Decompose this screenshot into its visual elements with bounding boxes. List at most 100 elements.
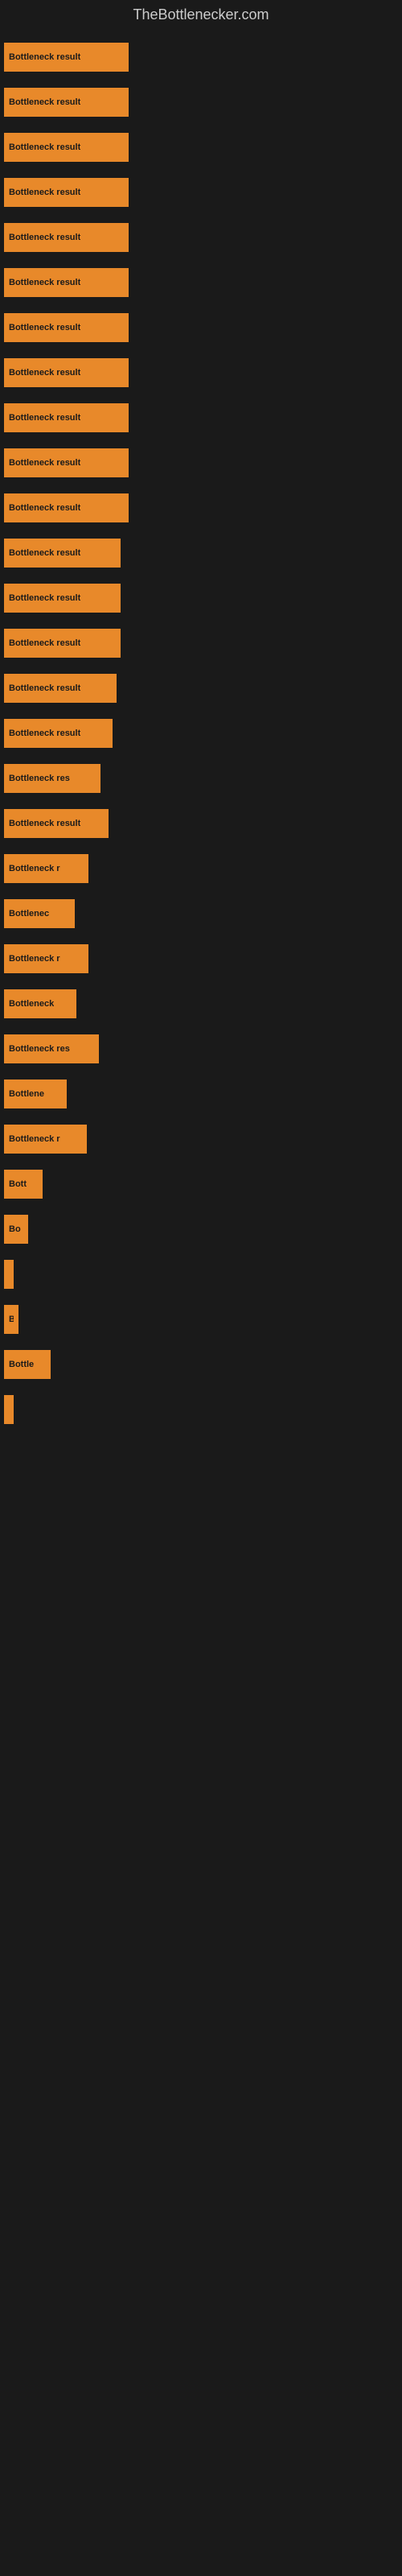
bar-wrapper: Bottleneck result <box>4 530 121 576</box>
bar-label: Bottleneck result <box>9 323 80 332</box>
bar-label: Bottleneck r <box>9 1134 60 1144</box>
bar-wrapper: Bottlenec <box>4 891 75 936</box>
bar-label: Bottleneck result <box>9 97 80 107</box>
result-bar: Bottleneck res <box>4 764 100 793</box>
bar-label: Bottleneck result <box>9 548 80 558</box>
bar-wrapper: Bottleneck result <box>4 666 117 711</box>
bar-row: | <box>4 1252 394 1297</box>
bar-row: Bottle <box>4 1342 394 1387</box>
bar-row: Bottleneck result <box>4 801 394 846</box>
bar-wrapper: | <box>4 1387 14 1432</box>
bar-wrapper: Bottleneck r <box>4 846 88 891</box>
bar-row: Bottleneck result <box>4 35 394 80</box>
result-bar: Bottleneck <box>4 989 76 1018</box>
bar-wrapper: Bottle <box>4 1342 51 1387</box>
bar-label: Bottleneck result <box>9 593 80 603</box>
bar-wrapper: Bottleneck result <box>4 395 129 440</box>
bar-label: Bottleneck res <box>9 1044 70 1054</box>
bar-wrapper: Bottleneck res <box>4 1026 99 1071</box>
bar-wrapper: Bottleneck result <box>4 801 109 846</box>
bar-label: Bottleneck result <box>9 638 80 648</box>
bar-row: Bottleneck res <box>4 756 394 801</box>
bar-wrapper: Bottleneck result <box>4 35 129 80</box>
bar-row: Bottleneck <box>4 981 394 1026</box>
bar-label: Bottleneck result <box>9 683 80 693</box>
result-bar: Bo <box>4 1215 28 1244</box>
result-bar: Bott <box>4 1170 43 1199</box>
bar-label: Bottleneck result <box>9 52 80 62</box>
bar-wrapper: Bottleneck result <box>4 576 121 621</box>
bar-row: Bottlenec <box>4 891 394 936</box>
result-bar: Bottleneck result <box>4 178 129 207</box>
result-bar: Bottle <box>4 1350 51 1379</box>
bar-row: Bottleneck result <box>4 170 394 215</box>
bar-label: Bottleneck result <box>9 278 80 287</box>
result-bar: Bottleneck r <box>4 944 88 973</box>
result-bar: Bottlenec <box>4 899 75 928</box>
bar-wrapper: Bottleneck result <box>4 80 129 125</box>
bar-row: Bottleneck result <box>4 711 394 756</box>
bar-wrapper: Bottleneck <box>4 981 76 1026</box>
site-title: TheBottlenecker.com <box>0 0 402 27</box>
bar-wrapper: Bottleneck res <box>4 756 100 801</box>
result-bar: Bottleneck result <box>4 133 129 162</box>
bar-label: B <box>9 1315 14 1324</box>
bar-wrapper: Bottleneck r <box>4 936 88 981</box>
result-bar: Bottlene <box>4 1080 67 1108</box>
result-bar: | <box>4 1395 14 1424</box>
bar-wrapper: Bottleneck result <box>4 711 113 756</box>
bar-row: Bottleneck result <box>4 666 394 711</box>
bar-row: Bottleneck result <box>4 260 394 305</box>
result-bar: Bottleneck result <box>4 313 129 342</box>
bar-wrapper: Bottleneck result <box>4 485 129 530</box>
bar-row: Bottleneck result <box>4 215 394 260</box>
bar-label: Bottleneck r <box>9 954 60 964</box>
bar-row: Bottleneck result <box>4 530 394 576</box>
bar-row: Bottleneck r <box>4 936 394 981</box>
bar-wrapper: Bottleneck result <box>4 260 129 305</box>
bar-row: Bottleneck result <box>4 395 394 440</box>
bar-label: Bottleneck result <box>9 233 80 242</box>
result-bar: Bottleneck result <box>4 809 109 838</box>
result-bar: Bottleneck result <box>4 268 129 297</box>
bar-wrapper: Bottleneck r <box>4 1117 87 1162</box>
bar-wrapper: Bottleneck result <box>4 440 129 485</box>
bar-label: Bottleneck <box>9 999 54 1009</box>
result-bar: Bottleneck result <box>4 88 129 117</box>
bar-row: Bottleneck result <box>4 125 394 170</box>
bar-label: Bottleneck result <box>9 503 80 513</box>
bar-wrapper: Bottleneck result <box>4 621 121 666</box>
bar-wrapper: | <box>4 1252 14 1297</box>
result-bar: Bottleneck result <box>4 629 121 658</box>
bar-row: | <box>4 1387 394 1432</box>
bar-label: Bottlene <box>9 1089 44 1099</box>
result-bar: B <box>4 1305 18 1334</box>
result-bar: Bottleneck result <box>4 719 113 748</box>
bar-row: Bottleneck r <box>4 846 394 891</box>
bar-row: Bottleneck result <box>4 485 394 530</box>
result-bar: Bottleneck result <box>4 584 121 613</box>
bar-label: Bottleneck res <box>9 774 70 783</box>
result-bar: Bottleneck result <box>4 43 129 72</box>
bar-label: Bottlenec <box>9 909 49 919</box>
bar-wrapper: B <box>4 1297 18 1342</box>
bar-wrapper: Bottleneck result <box>4 215 129 260</box>
bar-row: Bottleneck r <box>4 1117 394 1162</box>
bar-row: Bott <box>4 1162 394 1207</box>
result-bar: Bottleneck result <box>4 674 117 703</box>
bar-wrapper: Bottleneck result <box>4 350 129 395</box>
bar-row: Bottleneck result <box>4 576 394 621</box>
result-bar: Bottleneck r <box>4 854 88 883</box>
bar-label: Bo <box>9 1224 21 1234</box>
bar-wrapper: Bo <box>4 1207 28 1252</box>
bar-row: Bottleneck result <box>4 440 394 485</box>
bar-label: Bottleneck result <box>9 458 80 468</box>
bar-wrapper: Bottleneck result <box>4 170 129 215</box>
result-bar: Bottleneck result <box>4 448 129 477</box>
bar-row: Bottleneck result <box>4 350 394 395</box>
bar-row: Bottleneck result <box>4 80 394 125</box>
result-bar: Bottleneck result <box>4 403 129 432</box>
bar-wrapper: Bott <box>4 1162 43 1207</box>
result-bar: Bottleneck result <box>4 539 121 568</box>
bar-label: Bottleneck result <box>9 142 80 152</box>
